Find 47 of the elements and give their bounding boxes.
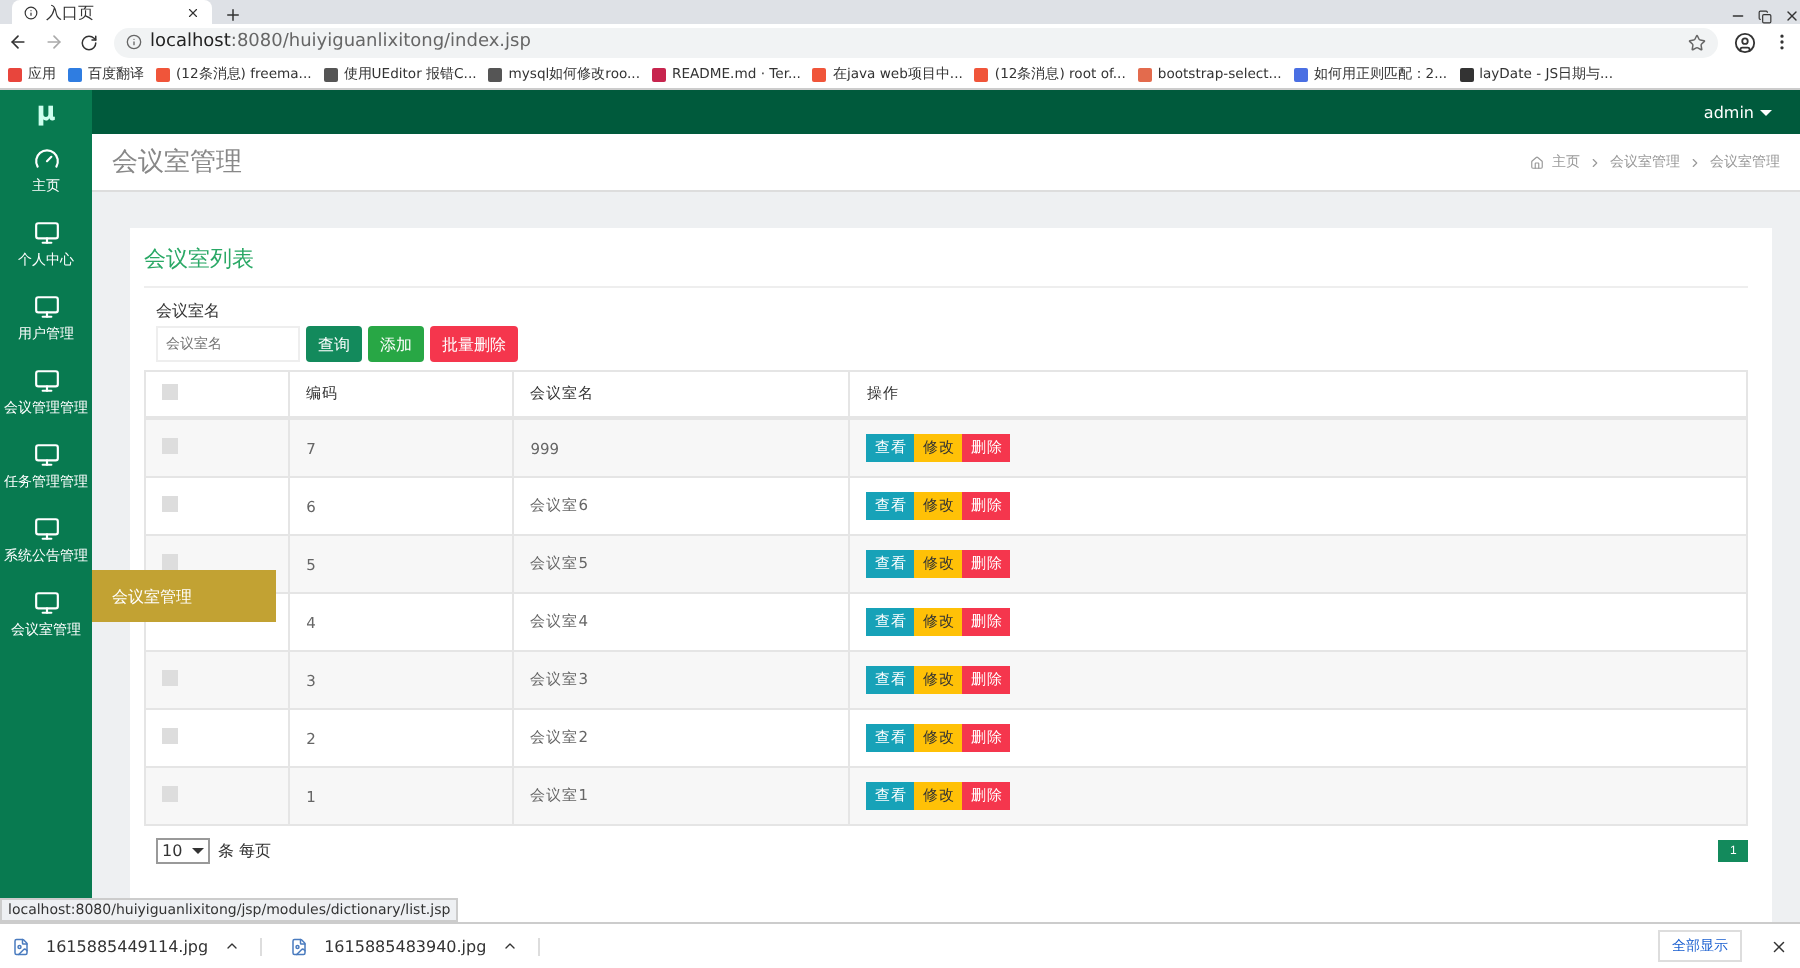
checkbox[interactable] (162, 438, 178, 454)
monitor-icon (33, 442, 59, 468)
page-title: 会议室管理 (112, 146, 242, 180)
delete-button[interactable]: 批量删除 (430, 326, 518, 362)
monitor-icon (33, 590, 59, 616)
monitor-icon (33, 516, 59, 542)
download-item[interactable]: 1615885483940.jpg (290, 937, 541, 955)
download-item[interactable]: 1615885449114.jpg (12, 937, 263, 955)
page-size-label: 条 每页 (218, 840, 272, 862)
restore-icon[interactable] (1758, 10, 1772, 24)
user-menu[interactable]: admin (1703, 103, 1754, 121)
page-size-select[interactable]: 10 (156, 838, 211, 864)
checkbox[interactable] (162, 670, 178, 686)
chevron-icon (1588, 155, 1602, 169)
logo: μ (36, 95, 56, 131)
new-tab-icon[interactable] (224, 6, 242, 24)
checkbox[interactable] (162, 554, 178, 570)
close-icon[interactable] (1784, 8, 1800, 24)
browser-tab[interactable]: 入口页 (12, 0, 212, 24)
checkbox[interactable] (162, 496, 178, 512)
add-button[interactable]: 添加 (368, 326, 424, 362)
chevron-icon (1688, 155, 1702, 169)
address-bar[interactable]: localhost:8080/huiyiguanlixitong/index.jsp (114, 27, 1718, 57)
field-label: 会议室名 (154, 300, 222, 322)
back-icon[interactable] (8, 32, 28, 52)
star-icon[interactable] (1688, 33, 1706, 51)
chevron-up-icon[interactable] (502, 938, 519, 954)
image-file-icon (12, 937, 30, 955)
checkbox[interactable] (162, 384, 178, 400)
card-title: 会议室列表 (144, 244, 1748, 288)
caret-icon (1760, 109, 1772, 115)
profile-icon[interactable] (1734, 31, 1756, 53)
monitor-icon (33, 220, 59, 246)
info-icon (126, 34, 142, 50)
close-icon[interactable] (1770, 937, 1788, 955)
chevron-up-icon[interactable] (224, 938, 241, 954)
reload-icon[interactable] (80, 33, 98, 51)
image-file-icon (290, 937, 309, 955)
gauge-icon (33, 146, 59, 172)
checkbox[interactable] (162, 728, 178, 744)
checkbox[interactable] (162, 786, 178, 802)
monitor-icon (33, 294, 59, 320)
search-button[interactable]: 查询 (306, 326, 362, 362)
home-icon (1530, 155, 1544, 169)
monitor-icon (33, 368, 59, 394)
close-icon[interactable] (186, 5, 200, 19)
tooltip: 会议室管理 (92, 570, 276, 622)
